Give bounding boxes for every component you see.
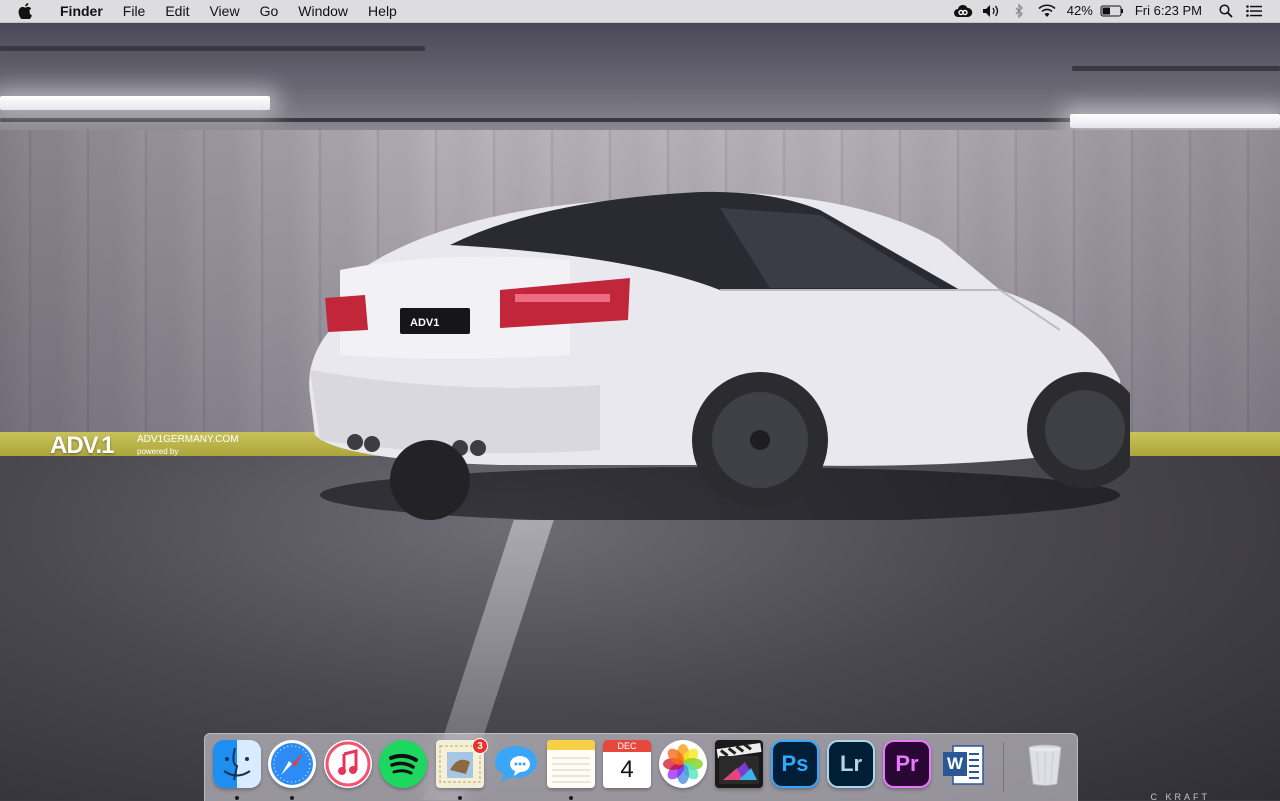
lightroom-icon: Lr	[827, 740, 875, 788]
photos-icon	[659, 740, 707, 788]
svg-text:ADV1: ADV1	[410, 317, 439, 329]
dock-final-cut-pro[interactable]	[715, 740, 763, 788]
wifi-icon[interactable]	[1033, 0, 1061, 22]
watermark-logo: ADV.1	[50, 432, 114, 459]
calendar-icon: DEC 4	[603, 740, 651, 788]
dock-messages[interactable]	[492, 740, 540, 788]
notification-center-icon[interactable]	[1240, 0, 1268, 22]
notes-icon	[547, 740, 595, 788]
menu-bar-left: Finder File Edit View Go Window Help	[0, 0, 407, 22]
running-indicator	[569, 796, 573, 800]
finder-icon	[213, 740, 261, 788]
mail-unread-badge: 3	[472, 738, 488, 754]
menu-clock[interactable]: Fri 6:23 PM	[1125, 0, 1212, 22]
running-indicator	[290, 796, 294, 800]
word-letter: W	[943, 752, 967, 776]
menu-go[interactable]: Go	[250, 0, 289, 22]
dock-photoshop[interactable]: Ps	[771, 740, 819, 788]
menu-edit[interactable]: Edit	[155, 0, 199, 22]
itunes-icon	[324, 740, 372, 788]
dock: 3 DEC 4 Ps Lr Pr W	[204, 733, 1078, 801]
dock-microsoft-word[interactable]: W	[939, 740, 987, 788]
ceiling-pipe	[1072, 66, 1280, 71]
ceiling-pipe	[0, 46, 425, 51]
running-indicator	[235, 796, 239, 800]
word-icon: W	[939, 740, 987, 788]
wallpaper-signature: C KRAFT	[1150, 792, 1210, 800]
battery-percent[interactable]: 42%	[1061, 0, 1099, 22]
dock-spotify[interactable]	[379, 740, 427, 788]
premiere-pro-icon: Pr	[883, 740, 931, 788]
watermark-powered: powered by	[137, 447, 179, 456]
menu-app-name[interactable]: Finder	[50, 0, 113, 22]
spotlight-icon[interactable]	[1212, 0, 1240, 22]
bluetooth-icon[interactable]	[1005, 0, 1033, 22]
watermark-site: ADV1GERMANY.COM	[137, 434, 239, 445]
dock-finder[interactable]	[213, 740, 261, 800]
desktop-wallpaper: ADV.1 ADV1GERMANY.COM powered by ADV1 C …	[0, 0, 1280, 800]
running-indicator	[458, 796, 462, 800]
creative-cloud-icon[interactable]	[949, 0, 977, 22]
dock-photos[interactable]	[659, 740, 707, 788]
car-image: ADV1	[309, 191, 1130, 520]
dock-separator	[1003, 742, 1004, 792]
messages-icon	[492, 740, 540, 788]
spotify-icon	[379, 740, 427, 788]
dock-mail[interactable]: 3	[436, 738, 488, 800]
trash-icon	[1021, 740, 1069, 788]
calendar-day: 4	[603, 752, 651, 788]
menu-help[interactable]: Help	[358, 0, 407, 22]
dock-calendar[interactable]: DEC 4	[603, 740, 651, 788]
menu-file[interactable]: File	[113, 0, 156, 22]
volume-icon[interactable]	[977, 0, 1005, 22]
dock-premiere-pro[interactable]: Pr	[883, 740, 931, 788]
final-cut-pro-icon	[715, 740, 763, 788]
dock-lightroom[interactable]: Lr	[827, 740, 875, 788]
safari-icon	[268, 740, 316, 788]
dock-safari[interactable]	[268, 740, 316, 800]
apple-icon[interactable]	[0, 3, 50, 19]
dock-trash[interactable]	[1021, 740, 1069, 788]
photoshop-icon: Ps	[771, 740, 819, 788]
ceiling-light	[1070, 114, 1280, 128]
menu-bar: Finder File Edit View Go Window Help 42%…	[0, 0, 1280, 23]
dock-itunes[interactable]	[324, 740, 372, 788]
menu-bar-status: 42% Fri 6:23 PM	[949, 0, 1280, 22]
ceiling-light	[0, 96, 270, 110]
battery-icon[interactable]	[1099, 0, 1125, 22]
menu-view[interactable]: View	[199, 0, 249, 22]
menu-window[interactable]: Window	[288, 0, 358, 22]
dock-notes[interactable]	[547, 740, 595, 800]
